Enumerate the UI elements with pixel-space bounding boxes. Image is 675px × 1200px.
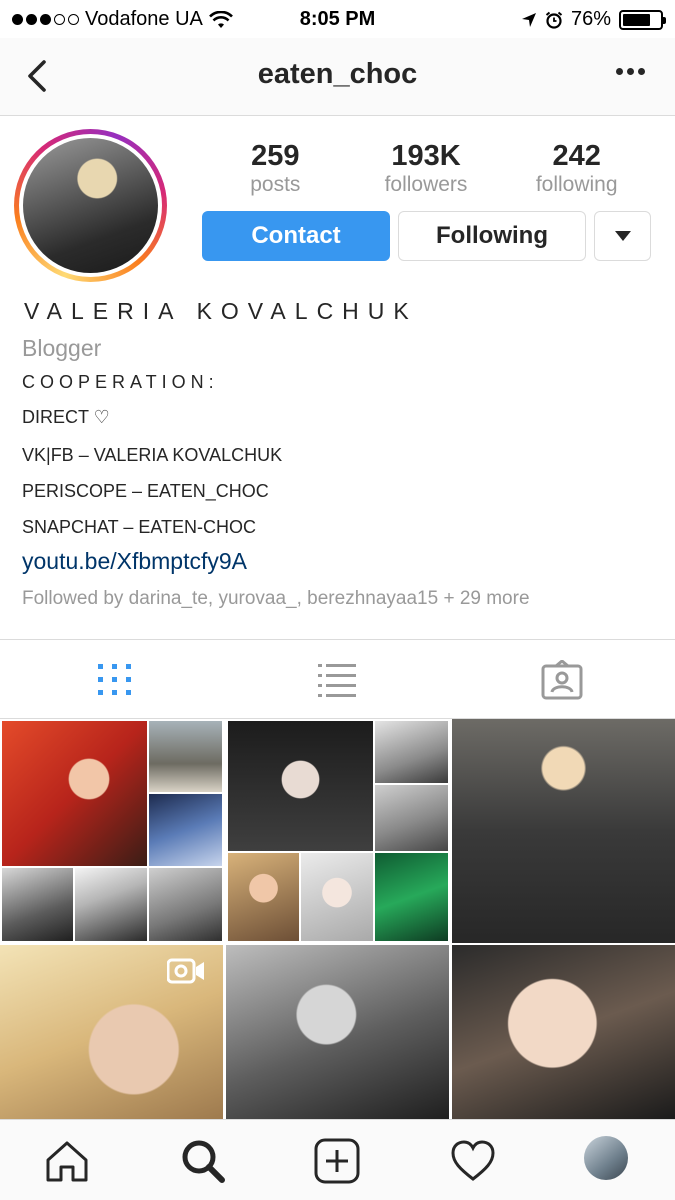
bio-line: VK|FB – VALERIA KOVALCHUK	[22, 445, 283, 465]
avatar-photo	[23, 138, 158, 273]
stat-value: 259	[251, 140, 300, 172]
grid-post[interactable]	[452, 945, 675, 1119]
grid-post[interactable]	[0, 945, 223, 1119]
stat-value: 193K	[391, 140, 461, 172]
grid-post[interactable]	[226, 719, 449, 943]
profile-stats: 259 posts 193K followers 242 following	[200, 140, 652, 198]
video-camera-icon	[167, 958, 204, 984]
tagged-icon[interactable]	[541, 660, 583, 700]
bio-line: COOPERATION:	[22, 372, 219, 392]
bio-website-link[interactable]: youtu.be/Xfbmptcfy9A	[22, 548, 247, 575]
stat-following[interactable]: 242 following	[501, 140, 652, 198]
contact-button[interactable]: Contact	[202, 211, 390, 261]
add-icon[interactable]	[314, 1138, 360, 1184]
profile-avatar-tab[interactable]	[584, 1136, 628, 1180]
battery-percent: 76%	[570, 8, 611, 30]
profile-category: Blogger	[22, 335, 102, 361]
home-icon[interactable]	[44, 1138, 90, 1184]
stat-followers[interactable]: 193K followers	[351, 140, 502, 198]
caret-down-icon	[614, 231, 631, 241]
stat-label: posts	[250, 173, 301, 196]
stat-posts[interactable]: 259 posts	[200, 140, 351, 198]
alarm-icon	[545, 11, 563, 29]
following-button[interactable]: Following	[398, 211, 586, 261]
status-bar: Vodafone UA 8:05 PM 76%	[0, 0, 675, 38]
followed-by-text[interactable]: Followed by darina_te, yurovaa_, berezhn…	[22, 588, 530, 610]
stat-value: 242	[552, 140, 601, 172]
profile-full-name: VALERIA KOVALCHUK	[24, 298, 418, 324]
grid-icon[interactable]	[94, 660, 136, 700]
grid-post[interactable]	[452, 719, 675, 943]
more-horizontal-icon[interactable]	[616, 68, 645, 75]
location-arrow-icon	[521, 12, 536, 27]
suggested-dropdown-button[interactable]	[594, 211, 651, 261]
profile-tab-bar	[0, 639, 675, 719]
search-icon[interactable]	[180, 1138, 226, 1184]
bottom-tab-bar	[0, 1119, 675, 1200]
photo-grid	[0, 719, 675, 1119]
grid-post[interactable]	[226, 945, 449, 1119]
stat-label: followers	[384, 173, 468, 196]
heart-icon[interactable]	[450, 1138, 496, 1184]
page-title: eaten_choc	[257, 58, 418, 90]
bio-line: PERISCOPE – EATEN_CHOC	[22, 481, 269, 501]
profile-avatar[interactable]	[14, 129, 167, 282]
battery-icon	[619, 9, 666, 30]
nav-bar: eaten_choc	[0, 38, 675, 116]
bio-line: SNAPCHAT – EATEN-CHOC	[22, 517, 257, 537]
stat-label: following	[535, 173, 618, 196]
list-icon[interactable]	[316, 660, 358, 700]
bio-line: DIRECT ♡	[22, 407, 110, 427]
status-right: 76%	[521, 8, 666, 31]
grid-post[interactable]	[0, 719, 223, 943]
